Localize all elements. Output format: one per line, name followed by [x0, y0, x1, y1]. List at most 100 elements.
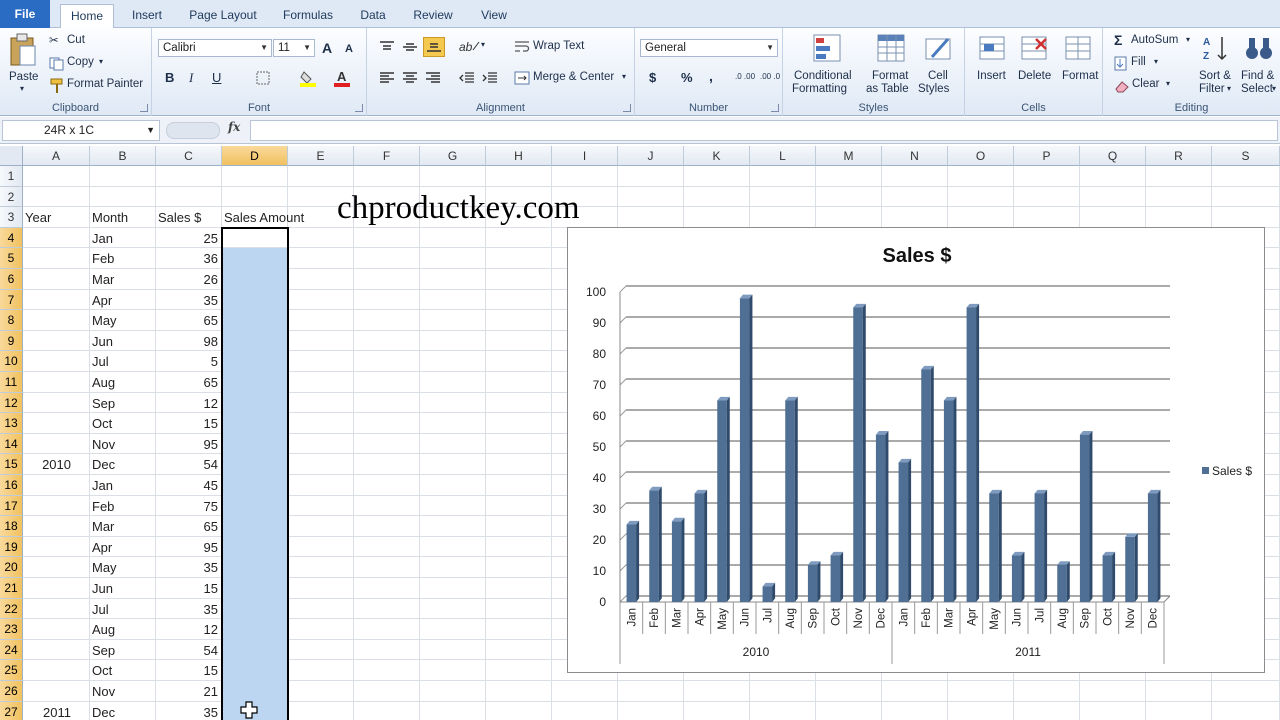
clipboard-launcher[interactable]	[140, 104, 148, 112]
sales-cell[interactable]: 5	[156, 351, 220, 371]
sales-chart[interactable]: Sales $ 0 10 20 30 40 50 60 70 80 90 100 Jan Feb Mar Ap…	[567, 227, 1265, 673]
month-cell[interactable]: Aug	[92, 372, 154, 392]
fill-button[interactable]: Fill ▾	[1111, 53, 1171, 73]
row-header[interactable]: 2	[0, 186, 23, 208]
month-cell[interactable]: May	[92, 557, 154, 577]
format-cells-button[interactable]: Format	[1057, 30, 1099, 98]
month-cell[interactable]: Jul	[92, 599, 154, 619]
increase-decimal-button[interactable]: .0 .00	[735, 72, 755, 81]
row-header[interactable]: 25	[0, 660, 23, 681]
column-header[interactable]: O	[948, 146, 1014, 166]
month-cell[interactable]: Feb	[92, 248, 154, 268]
column-header[interactable]: R	[1146, 146, 1212, 166]
sales-cell[interactable]: 15	[156, 660, 220, 680]
clear-button[interactable]: Clear ▾	[1111, 75, 1177, 95]
row-header[interactable]: 16	[0, 475, 23, 496]
sales-cell[interactable]: 65	[156, 372, 220, 392]
row-header[interactable]: 3	[0, 207, 23, 228]
row-header[interactable]: 17	[0, 495, 23, 517]
header-sales-amount[interactable]: Sales Amount	[224, 207, 304, 227]
increase-indent-icon[interactable]	[482, 71, 498, 85]
sales-cell[interactable]: 36	[156, 248, 220, 268]
percent-button[interactable]: %	[681, 70, 693, 85]
month-cell[interactable]: Oct	[92, 413, 154, 433]
year-cell[interactable]: 2010	[23, 454, 89, 474]
month-cell[interactable]: Nov	[92, 681, 154, 701]
row-header[interactable]: 10	[0, 351, 23, 372]
row-header[interactable]: 15	[0, 454, 23, 475]
insert-function-icon[interactable]: fx	[228, 120, 240, 134]
month-cell[interactable]: Jan	[92, 228, 154, 248]
row-header[interactable]: 8	[0, 310, 23, 331]
number-launcher[interactable]	[771, 104, 779, 112]
month-cell[interactable]: Apr	[92, 537, 154, 557]
column-header[interactable]: J	[618, 146, 684, 166]
month-cell[interactable]: May	[92, 310, 154, 330]
row-header[interactable]: 27	[0, 701, 23, 720]
font-color-icon[interactable]: A	[334, 69, 352, 87]
month-cell[interactable]: Jan	[92, 475, 154, 495]
row-header[interactable]: 12	[0, 392, 23, 414]
borders-icon[interactable]	[256, 71, 270, 85]
month-cell[interactable]: Nov	[92, 434, 154, 454]
tab-data[interactable]: Data	[352, 4, 394, 28]
column-header[interactable]: Q	[1080, 146, 1146, 166]
decrease-decimal-button[interactable]: .00 .0	[760, 72, 780, 81]
underline-button[interactable]: U	[212, 70, 221, 85]
row-header[interactable]: 26	[0, 681, 23, 702]
tab-view[interactable]: View	[472, 4, 516, 28]
sales-cell[interactable]: 54	[156, 640, 220, 660]
sort-filter-button[interactable]: AZ Sort & Filter ▾	[1195, 30, 1235, 98]
column-header[interactable]: A	[23, 146, 90, 166]
month-cell[interactable]: Feb	[92, 496, 154, 516]
bottom-align-button[interactable]	[423, 37, 445, 57]
sales-cell[interactable]: 65	[156, 516, 220, 536]
row-header[interactable]: 24	[0, 639, 23, 661]
row-header[interactable]: 9	[0, 330, 23, 352]
header-year[interactable]: Year	[25, 207, 51, 227]
align-center-icon[interactable]	[402, 71, 418, 85]
insert-cells-button[interactable]: Insert	[971, 30, 1011, 98]
column-header[interactable]: I	[552, 146, 618, 166]
month-cell[interactable]: Sep	[92, 393, 154, 413]
number-format-select[interactable]: General ▼	[640, 39, 778, 57]
column-header[interactable]: L	[750, 146, 816, 166]
column-header[interactable]: H	[486, 146, 552, 166]
conditional-formatting-button[interactable]: Conditional Formatting	[787, 30, 863, 98]
row-header[interactable]: 20	[0, 557, 23, 578]
wrap-text-button[interactable]: Wrap Text	[511, 37, 601, 57]
column-header[interactable]: M	[816, 146, 882, 166]
tab-page-layout[interactable]: Page Layout	[184, 4, 262, 28]
column-header[interactable]: G	[420, 146, 486, 166]
name-box[interactable]: 24R x 1C ▼	[2, 120, 160, 141]
tab-formulas[interactable]: Formulas	[276, 4, 340, 28]
row-header[interactable]: 18	[0, 516, 23, 537]
column-header[interactable]: E	[288, 146, 354, 166]
month-cell[interactable]: Oct	[92, 660, 154, 680]
formula-input[interactable]	[250, 120, 1278, 141]
row-header[interactable]: 21	[0, 578, 23, 599]
sales-cell[interactable]: 35	[156, 702, 220, 720]
align-left-icon[interactable]	[379, 71, 395, 85]
sales-cell[interactable]: 25	[156, 228, 220, 248]
column-header[interactable]: C	[156, 146, 222, 166]
sales-cell[interactable]: 26	[156, 269, 220, 289]
row-header[interactable]: 11	[0, 372, 23, 393]
month-cell[interactable]: Dec	[92, 702, 154, 720]
row-header[interactable]: 23	[0, 619, 23, 640]
sales-cell[interactable]: 12	[156, 393, 220, 413]
top-align-icon[interactable]	[379, 40, 395, 54]
header-sales[interactable]: Sales $	[158, 207, 201, 227]
sales-cell[interactable]: 35	[156, 557, 220, 577]
row-header[interactable]: 5	[0, 248, 23, 269]
bold-button[interactable]: B	[165, 70, 174, 85]
month-cell[interactable]: Jul	[92, 351, 154, 371]
tab-file[interactable]: File	[0, 0, 50, 28]
comma-button[interactable]: ,	[709, 68, 713, 84]
copy-button[interactable]: Copy ▾	[46, 53, 110, 73]
row-header[interactable]: 13	[0, 413, 23, 434]
sales-cell[interactable]: 95	[156, 434, 220, 454]
column-header[interactable]: K	[684, 146, 750, 166]
sales-cell[interactable]: 65	[156, 310, 220, 330]
column-header[interactable]: B	[90, 146, 156, 166]
